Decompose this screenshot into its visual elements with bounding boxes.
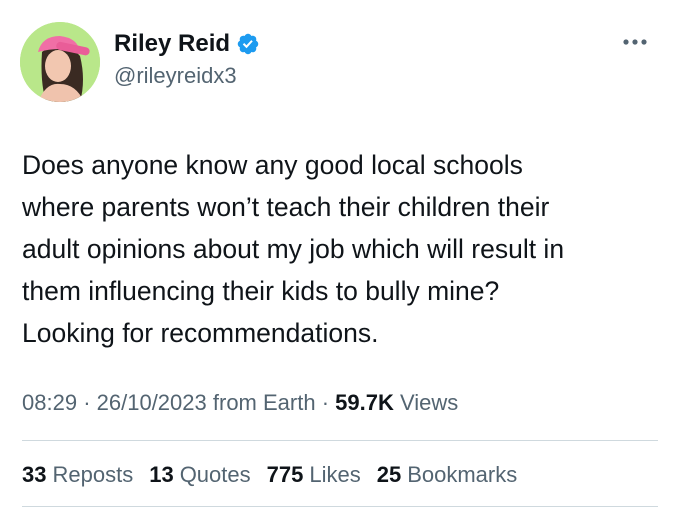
more-horizontal-icon[interactable]: [619, 30, 651, 54]
likes-count: 775: [266, 462, 304, 487]
avatar-image: [20, 22, 100, 102]
stat-quotes[interactable]: 13 Quotes: [149, 462, 250, 488]
tweet: Riley Reid @rileyreidx3 Does anyone know…: [0, 0, 679, 511]
divider: [22, 440, 658, 441]
stat-likes[interactable]: 775 Likes: [267, 462, 361, 488]
meta-separator: ·: [321, 390, 330, 415]
display-name[interactable]: Riley Reid: [114, 30, 230, 58]
tweet-source: from Earth: [212, 390, 316, 415]
engagement-stats: 33 Reposts 13 Quotes 775 Likes 25 Bookmarks: [22, 462, 517, 488]
tweet-date[interactable]: 26/10/2023: [97, 390, 207, 415]
quotes-count: 13: [149, 462, 174, 487]
stat-bookmarks[interactable]: 25 Bookmarks: [377, 462, 518, 488]
stat-reposts[interactable]: 33 Reposts: [22, 462, 133, 488]
avatar[interactable]: [20, 22, 100, 102]
reposts-label: Reposts: [52, 462, 134, 487]
author-name-row: Riley Reid: [114, 30, 260, 58]
reposts-count: 33: [22, 462, 47, 487]
quotes-label: Quotes: [179, 462, 251, 487]
tweet-meta: 08:29 · 26/10/2023 from Earth · 59.7K Vi…: [22, 390, 458, 416]
likes-label: Likes: [309, 462, 361, 487]
divider: [22, 506, 658, 507]
author-handle[interactable]: @rileyreidx3: [114, 63, 237, 89]
verified-badge-icon: [236, 32, 260, 56]
views-count: 59.7K: [335, 390, 394, 415]
bookmarks-count: 25: [376, 462, 402, 487]
tweet-text: Does anyone know any good local schools …: [22, 150, 565, 348]
bookmarks-label: Bookmarks: [407, 462, 518, 487]
tweet-time[interactable]: 08:29: [22, 390, 77, 415]
meta-separator: ·: [83, 390, 91, 415]
views-label: Views: [400, 390, 459, 415]
